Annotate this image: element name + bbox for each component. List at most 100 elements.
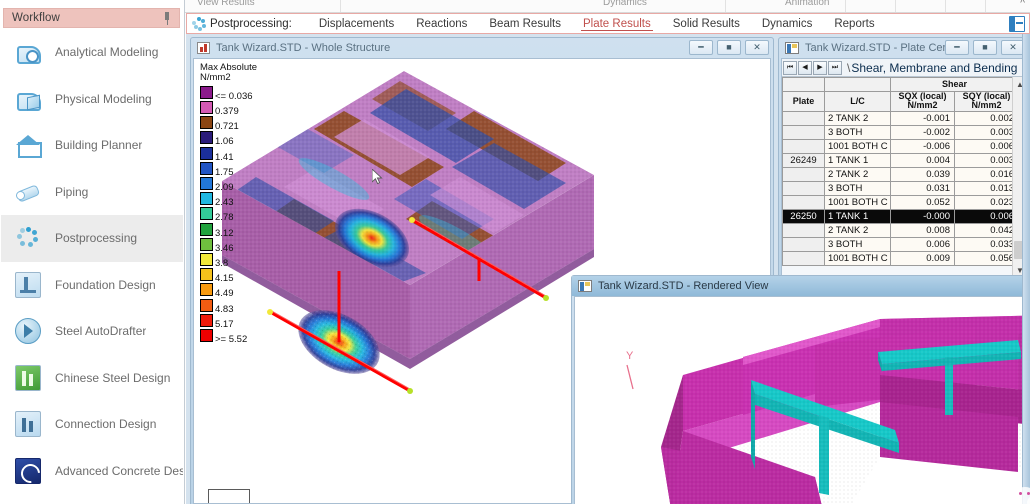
sidebar-item-connection-design[interactable]: Connection Design	[1, 401, 183, 448]
close-button[interactable]: ✕	[745, 40, 769, 55]
cell-sqy: 0.002	[953, 110, 1020, 126]
table-window-body: ⏮ ◀ ▶ ⏭ \Shear, Membrane and Bending She…	[781, 58, 1027, 292]
cell-sqy: 0.006	[953, 208, 1020, 224]
legend-swatch	[200, 192, 213, 206]
table-titlebar[interactable]: Tank Wizard.STD - Plate Cen... ━ ■ ✕	[779, 38, 1029, 58]
sidebar-item-analytical-modeling[interactable]: Analytical Modeling	[1, 29, 183, 76]
rendered-3d-canvas[interactable]: Y 艾三维技术	[575, 297, 1030, 504]
column-header-sqx[interactable]: SQX (local) N/mm2	[890, 91, 955, 112]
table-row[interactable]: 1001 BOTH C 0.009 0.056	[782, 250, 1020, 266]
rendered-model-svg: Y	[626, 315, 1030, 504]
cell-lc: 1 TANK 1	[824, 152, 891, 168]
rendered-view-title: Tank Wizard.STD - Rendered View	[598, 280, 769, 292]
whole-structure-titlebar[interactable]: Tank Wizard.STD - Whole Structure ━ ■ ✕	[191, 38, 773, 58]
legend-entry: 2.43	[200, 192, 274, 208]
sidebar-item-building-planner[interactable]: Building Planner	[1, 122, 183, 169]
cell-sqy: 0.003	[953, 124, 1020, 140]
nav-prev-button[interactable]: ◀	[798, 60, 812, 75]
sidebar-item-advanced-slab-design[interactable]: Advanced Slab Design	[1, 494, 183, 504]
legend-swatch	[200, 298, 213, 312]
legend-swatch	[200, 207, 213, 221]
cell-sqx: 0.006	[890, 236, 955, 252]
table-row[interactable]: 1001 BOTH C -0.006 0.006	[782, 138, 1020, 154]
cell-plate: 26250	[782, 208, 825, 224]
connection-design-icon	[15, 411, 41, 438]
column-header-sqy[interactable]: SQY (local) N/mm2	[953, 91, 1020, 112]
view-info-box	[208, 489, 250, 503]
physical-modeling-icon	[15, 86, 41, 112]
rendered-view-body[interactable]: Y 艾三维技术	[574, 296, 1030, 504]
layout-panel-icon[interactable]	[1009, 16, 1025, 32]
cell-sqy: 0.023	[953, 194, 1020, 210]
table-row[interactable]: 2 TANK 2 0.039 0.016	[782, 166, 1020, 182]
restore-button[interactable]: ■	[717, 40, 741, 55]
legend-swatch	[200, 268, 213, 282]
legend-entry: 3.8	[200, 252, 274, 269]
plate-centre-stress-window: Tank Wizard.STD - Plate Cen... ━ ■ ✕ ⏮ ◀…	[778, 37, 1030, 295]
sidebar-item-steel-autodrafter[interactable]: Steel AutoDrafter	[1, 308, 183, 355]
tab-beam-results[interactable]: Beam Results	[478, 16, 572, 32]
tab-solid-results[interactable]: Solid Results	[662, 16, 751, 32]
column-header-lc[interactable]: L/C	[824, 91, 891, 112]
legend-entry: 3.46	[200, 237, 274, 254]
table-row[interactable]: 1001 BOTH C 0.052 0.023	[782, 194, 1020, 210]
legend-entry: 4.15	[200, 268, 274, 284]
cell-lc: 3 BOTH	[824, 236, 891, 252]
cell-sqx: 0.004	[890, 152, 955, 168]
legend-swatch	[200, 101, 213, 115]
legend-entry: 5.17	[200, 313, 274, 330]
nav-next-button[interactable]: ▶	[813, 60, 827, 75]
table-row[interactable]: 3 BOTH 0.006 0.033	[782, 236, 1020, 252]
sidebar-item-chinese-steel-design[interactable]: Chinese Steel Design	[1, 355, 183, 402]
cell-lc: 1001 BOTH C	[824, 138, 891, 154]
table-row[interactable]: 3 BOTH 0.031 0.013	[782, 180, 1020, 196]
table-restore-button[interactable]: ■	[973, 40, 997, 55]
workflow-sidebar: Workflow Analytical Modeling Physical Mo…	[0, 0, 185, 504]
sidebar-item-postprocessing[interactable]: Postprocessing	[1, 215, 183, 262]
postprocessing-spinner-icon	[192, 17, 206, 31]
tab-plate-results[interactable]: Plate Results	[572, 16, 662, 32]
minimize-button[interactable]: ━	[689, 40, 713, 55]
sidebar-item-foundation-design[interactable]: Foundation Design	[1, 262, 183, 309]
table-window-buttons: ━ ■ ✕	[945, 40, 1025, 55]
table-row[interactable]: 26249 1 TANK 1 0.004 0.003	[782, 152, 1020, 168]
table-minimize-button[interactable]: ━	[945, 40, 969, 55]
cell-sqx: 0.031	[890, 180, 955, 196]
legend-swatch	[200, 116, 213, 130]
cell-lc: 2 TANK 2	[824, 110, 891, 126]
cell-plate	[782, 138, 825, 154]
results-grid[interactable]: Shear Plate L/C SQX (local) N/mm2 SQY (l…	[782, 77, 1026, 277]
cell-plate	[782, 236, 825, 252]
restore-glyph: ■	[726, 42, 732, 52]
sidebar-item-label: Analytical Modeling	[55, 45, 159, 60]
tab-reports[interactable]: Reports	[823, 16, 885, 32]
rendered-view-titlebar[interactable]: Tank Wizard.STD - Rendered View ━ ■ ✕	[572, 276, 1030, 296]
table-active-tab[interactable]: \Shear, Membrane and Bending	[847, 61, 1017, 75]
tab-dynamics[interactable]: Dynamics	[751, 16, 823, 32]
cell-plate	[782, 180, 825, 196]
sidebar-item-advanced-concrete-design[interactable]: Advanced Concrete Desi...	[1, 448, 183, 495]
legend-entry: 2.78	[200, 207, 274, 223]
tab-reactions[interactable]: Reactions	[405, 16, 478, 32]
ribbon-group-strip: View Results Dynamics Animation ^	[185, 0, 1030, 13]
sidebar-item-physical-modeling[interactable]: Physical Modeling	[1, 76, 183, 123]
sidebar-item-piping[interactable]: Piping	[1, 169, 183, 216]
pin-icon[interactable]	[162, 12, 172, 25]
legend-value: >= 5.52	[215, 333, 248, 345]
table-row[interactable]: 3 BOTH -0.002 0.003	[782, 124, 1020, 140]
table-row[interactable]: 2 TANK 2 0.008 0.042	[782, 222, 1020, 238]
column-header-plate[interactable]: Plate	[782, 91, 825, 112]
nav-last-button[interactable]: ⏭	[828, 60, 842, 75]
ribbon-collapse-caret[interactable]: ^	[1020, 0, 1025, 9]
sidebar-item-label: Steel AutoDrafter	[55, 324, 147, 339]
nav-first-button[interactable]: ⏮	[783, 60, 797, 75]
node-marker	[543, 295, 549, 301]
table-row[interactable]: 26250 1 TANK 1 -0.000 0.006	[782, 208, 1020, 224]
table-row[interactable]: 2 TANK 2 -0.001 0.002	[782, 110, 1020, 126]
workflow-title: Workflow	[12, 12, 60, 24]
legend-swatch	[200, 161, 213, 175]
legend-swatch	[200, 146, 213, 160]
legend-swatch	[200, 177, 213, 190]
cell-lc: 1001 BOTH C	[824, 194, 891, 210]
tab-displacements[interactable]: Displacements	[308, 16, 405, 32]
